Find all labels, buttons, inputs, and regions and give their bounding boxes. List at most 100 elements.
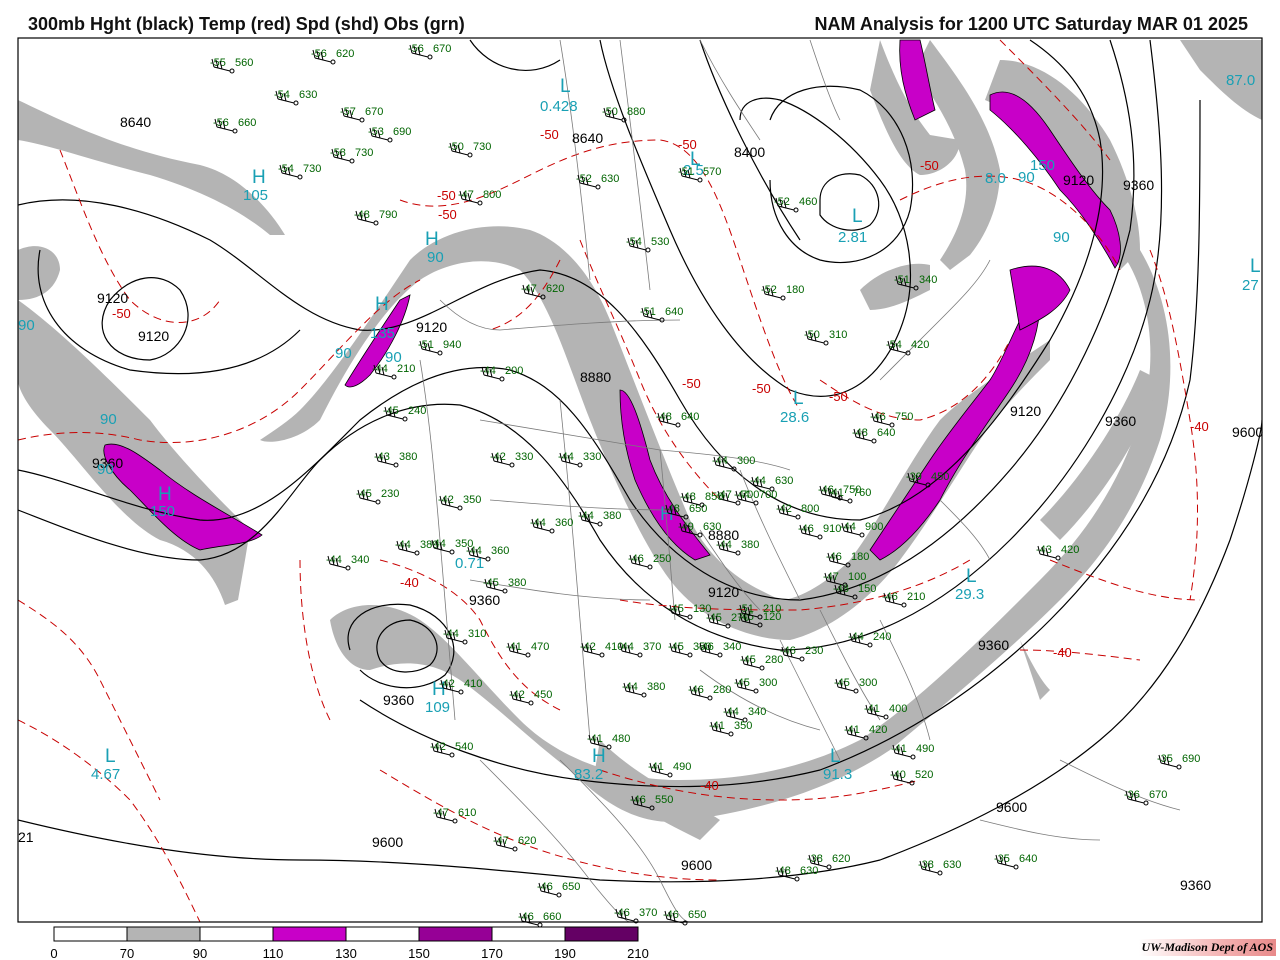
station-height: 730 — [303, 163, 321, 175]
station-plot: -47 620 — [493, 835, 536, 852]
legend-bin — [126, 926, 201, 942]
height-label: 9360 — [1180, 877, 1211, 893]
legend-tick-label: 190 — [554, 946, 576, 960]
height-label: 9360 — [383, 692, 414, 708]
speed-label: 4.67 — [91, 766, 120, 783]
speed-label: 90 — [100, 411, 117, 428]
speed-label: 91.3 — [823, 766, 852, 783]
station-circle — [859, 532, 865, 538]
station-height: 350 — [463, 494, 481, 506]
station-plot: -41 350 — [709, 720, 752, 737]
station-height: 350 — [734, 720, 752, 732]
station-plot: -53 690 — [368, 126, 411, 143]
station-height: 660 — [543, 911, 561, 923]
station-height: 230 — [805, 645, 823, 657]
station-height: 360 — [491, 545, 509, 557]
station-circle — [735, 500, 741, 506]
station-circle — [502, 588, 508, 594]
station-circle — [717, 652, 723, 658]
station-height: 520 — [915, 769, 933, 781]
station-plot: -44 200 — [480, 365, 523, 382]
temperature-label: -50 — [112, 306, 131, 321]
station-height: 450 — [931, 471, 949, 483]
speed-label: 87.0 — [1226, 72, 1255, 89]
station-plot: -35 640 — [994, 853, 1037, 870]
station-circle — [467, 152, 473, 158]
station-circle — [345, 565, 351, 571]
station-height: 380 — [647, 681, 665, 693]
legend-tick-label: 130 — [335, 946, 357, 960]
station-circle — [427, 54, 433, 60]
station-height: 380 — [508, 577, 526, 589]
station-height: 380 — [603, 510, 621, 522]
station-circle — [867, 642, 873, 648]
legend-bin — [564, 926, 639, 942]
station-plot: -52 180 — [761, 284, 804, 301]
station-circle — [599, 652, 605, 658]
station-height: 480 — [612, 733, 630, 745]
station-height: 880 — [627, 106, 645, 118]
station-plot: -48 640 — [656, 411, 699, 428]
temperature-label: -50 — [752, 381, 771, 396]
station-circle — [826, 864, 832, 870]
station-plot: -44 380 — [578, 510, 621, 527]
station-height: 570 — [703, 166, 721, 178]
speed-label: 90 — [18, 317, 35, 334]
station-height: 300 — [759, 677, 777, 689]
station-height: 410 — [464, 678, 482, 690]
station-height: 630 — [601, 173, 619, 185]
height-label: 9360 — [978, 637, 1009, 653]
station-height: 460 — [799, 196, 817, 208]
pressure-center-label: H — [375, 294, 389, 315]
station-circle — [349, 158, 355, 164]
station-circle — [485, 556, 491, 562]
station-height: 420 — [1061, 544, 1079, 556]
station-plot: -46 910 — [798, 523, 841, 540]
station-circle — [937, 870, 943, 876]
station-height: 210 — [907, 591, 925, 603]
station-plot: -48 630 — [775, 865, 818, 882]
station-height: 640 — [681, 411, 699, 423]
temperature-label: -50 — [540, 127, 559, 142]
station-plot: -54 630 — [274, 89, 317, 106]
station-plot: -46 230 — [780, 645, 823, 662]
station-circle — [793, 207, 799, 213]
speed-label: 8.0 — [985, 170, 1006, 187]
station-circle — [232, 128, 238, 134]
station-circle — [780, 295, 786, 301]
station-height: 620 — [546, 283, 564, 295]
station-height: 400 — [889, 703, 907, 715]
station-plot: -41 490 — [648, 761, 691, 778]
height-label: 8640 — [120, 114, 151, 130]
station-height: 240 — [873, 631, 891, 643]
station-height: 900 — [865, 521, 883, 533]
temperature-label: -50 — [682, 376, 701, 391]
station-height: 730 — [355, 147, 373, 159]
station-plot: -46 280 — [688, 684, 731, 701]
station-plot: -43 380 — [374, 451, 417, 468]
speed-label: 105 — [243, 187, 268, 204]
pressure-center-label: H — [592, 746, 606, 767]
station-height: 340 — [748, 706, 766, 718]
station-plot: -51 940 — [418, 339, 461, 356]
station-circle — [753, 688, 759, 694]
station-circle — [753, 500, 759, 506]
station-circle — [537, 922, 543, 928]
station-plot: -42 410 — [580, 641, 623, 658]
station-circle — [728, 731, 734, 737]
station-plot: -42 450 — [509, 689, 552, 706]
station-height: 180 — [851, 551, 869, 563]
height-label: 9600 — [1232, 424, 1263, 440]
station-circle — [794, 876, 800, 882]
height-label: 8400 — [734, 144, 765, 160]
station-height: 690 — [1182, 753, 1200, 765]
legend-bin — [345, 926, 420, 942]
temperature-label: -50 — [829, 389, 848, 404]
station-height: 280 — [713, 684, 731, 696]
station-height: 450 — [534, 689, 552, 701]
station-height: 250 — [653, 553, 671, 565]
station-height: 670 — [365, 106, 383, 118]
station-plot: -45 280 — [740, 654, 783, 671]
speed-legend: 0 70 90 110 130 150 170 190 210 — [50, 926, 649, 960]
station-circle — [297, 174, 303, 180]
